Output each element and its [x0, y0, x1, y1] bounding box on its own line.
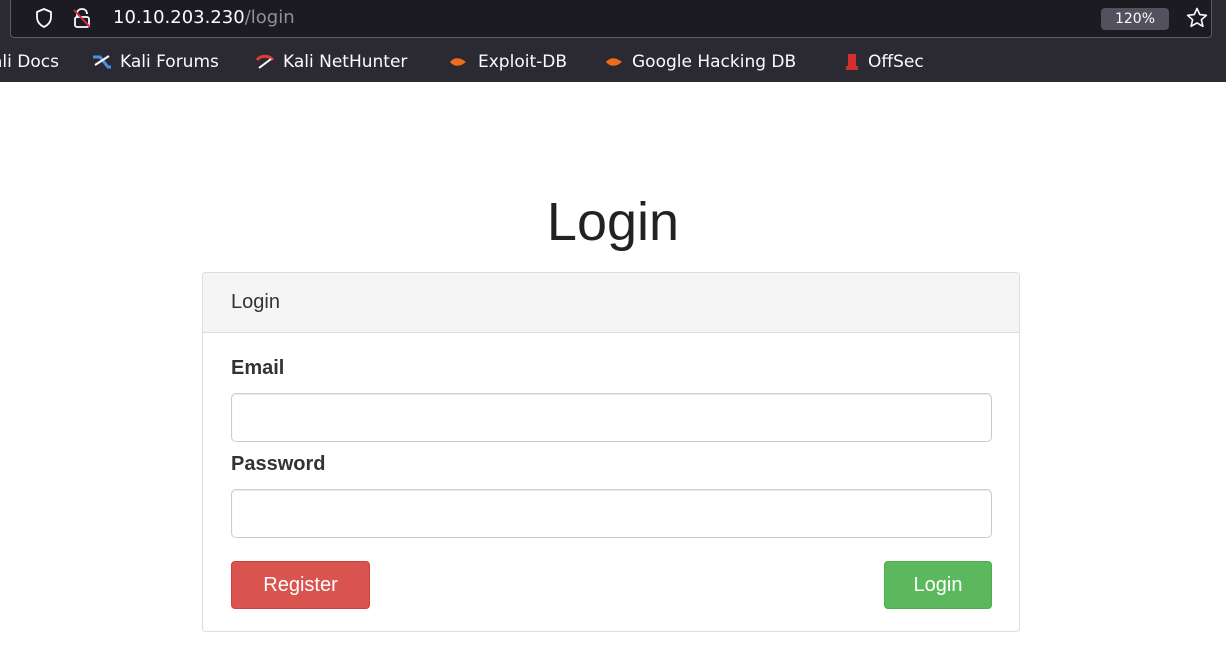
kali-forums-icon: [93, 55, 111, 69]
login-button[interactable]: Login: [884, 561, 992, 609]
panel-heading-text: Login: [231, 291, 280, 313]
bookmarks-toolbar: ali Docs Kali Forums Kali NetHunter Expl…: [0, 44, 1226, 80]
bookmark-label: Kali Forums: [120, 52, 219, 72]
login-panel: Login Email Password Register Login: [202, 272, 1020, 632]
bookmark-label: Exploit-DB: [478, 52, 567, 72]
bookmark-label: Kali NetHunter: [283, 52, 408, 72]
browser-chrome: 10.10.203.230/login 120% ali Docs Kali F…: [0, 0, 1226, 82]
email-label: Email: [231, 357, 285, 379]
ghdb-icon: [606, 58, 622, 66]
register-button[interactable]: Register: [231, 561, 370, 609]
insecure-lock-icon[interactable]: [71, 7, 93, 29]
bookmark-star-icon[interactable]: [1185, 6, 1209, 30]
bookmark-label: ali Docs: [0, 52, 59, 72]
shield-icon[interactable]: [35, 8, 53, 28]
offsec-icon: [846, 54, 858, 70]
url-text[interactable]: 10.10.203.230/login: [113, 6, 295, 30]
email-field[interactable]: [231, 393, 992, 442]
zoom-level-badge[interactable]: 120%: [1101, 8, 1169, 30]
password-label: Password: [231, 453, 326, 475]
kali-nethunter-icon: [255, 54, 275, 69]
panel-heading: Login: [203, 273, 1019, 333]
bookmark-label: OffSec: [868, 52, 924, 72]
exploit-db-icon: [450, 58, 466, 66]
password-field[interactable]: [231, 489, 992, 538]
url-path: /login: [244, 7, 295, 28]
url-host: 10.10.203.230: [113, 7, 245, 28]
page-title: Login: [546, 192, 680, 252]
address-bar[interactable]: 10.10.203.230/login 120%: [10, 0, 1212, 38]
bookmark-label: Google Hacking DB: [632, 52, 797, 72]
